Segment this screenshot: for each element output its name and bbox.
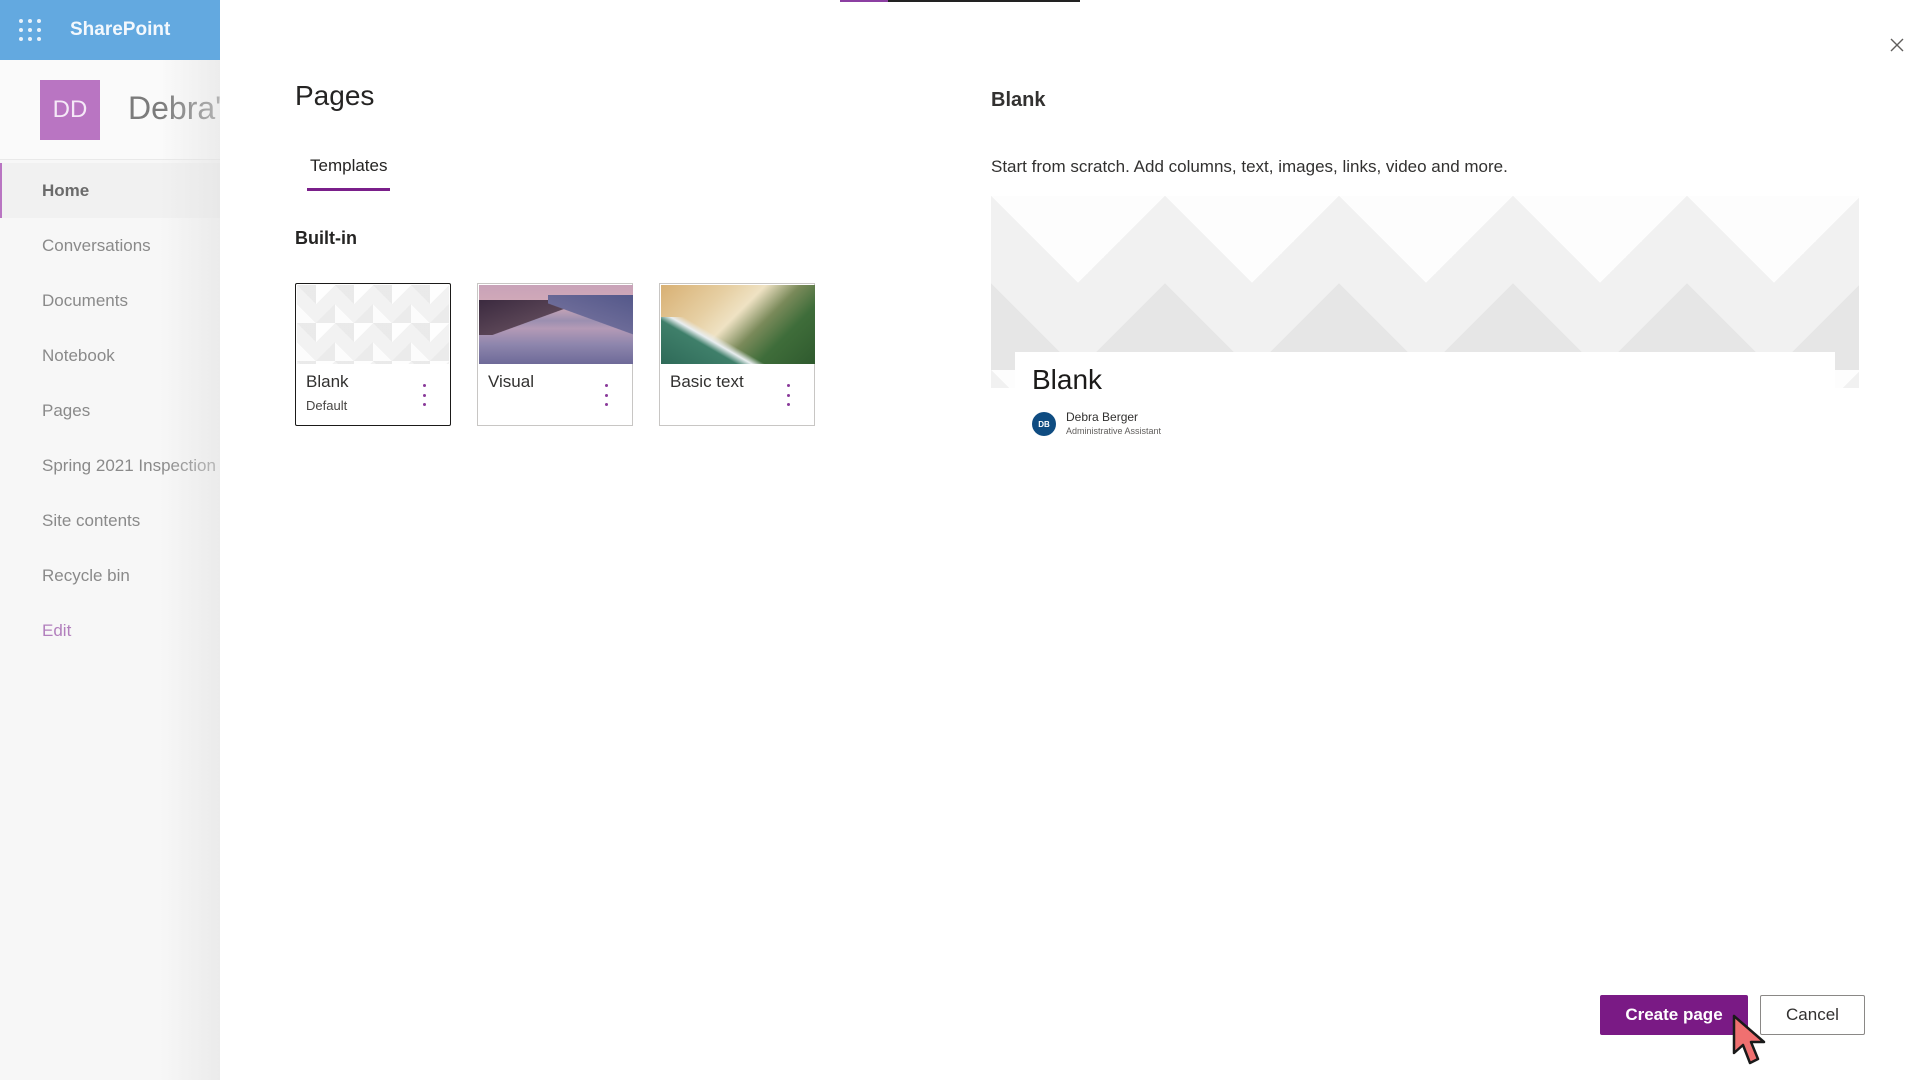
site-name[interactable]: Debra's: [128, 90, 220, 127]
site-logo[interactable]: DD: [40, 80, 100, 140]
nav-item-recycle-bin[interactable]: Recycle bin: [0, 548, 220, 603]
template-list: Blank Default Visual Basic text: [295, 283, 815, 426]
template-name: Blank: [306, 372, 349, 391]
panel-tabs: Templates: [307, 152, 391, 191]
author-avatar: DB: [1032, 412, 1056, 436]
author-name: Debra Berger: [1066, 410, 1139, 424]
nav-item-notebook[interactable]: Notebook: [0, 328, 220, 383]
panel-title: Pages: [295, 80, 375, 111]
create-page-button[interactable]: Create page: [1600, 995, 1748, 1035]
template-name: Basic text: [670, 372, 744, 391]
close-button[interactable]: [1882, 30, 1912, 60]
template-thumbnail-blank: [297, 285, 449, 364]
app-launcher-icon[interactable]: [19, 19, 41, 41]
template-card-blank[interactable]: Blank Default: [295, 283, 451, 426]
more-vertical-icon[interactable]: [602, 384, 610, 406]
more-vertical-icon[interactable]: [420, 384, 428, 406]
preview-title-area: Blank DB Debra Berger Administrative Ass…: [1015, 352, 1835, 452]
nav-item-spring-2021-inspection[interactable]: Spring 2021 Inspection: [0, 438, 220, 493]
suite-bar: SharePoint: [0, 0, 220, 60]
close-icon: [1890, 38, 1904, 52]
preview-description: Start from scratch. Add columns, text, i…: [991, 157, 1508, 176]
screen: SharePoint DD Debra's Home Conversations…: [0, 0, 1920, 1080]
template-thumbnail-basic-text: [661, 285, 815, 364]
progress-fill: [840, 0, 888, 2]
more-vertical-icon[interactable]: [784, 384, 792, 406]
author-role: Administrative Assistant: [1066, 426, 1162, 436]
template-default-label: Default: [306, 398, 348, 413]
nav-item-conversations[interactable]: Conversations: [0, 218, 220, 273]
preview-author: DB Debra Berger Administrative Assistant: [1032, 410, 1161, 438]
loading-progress-bar: [840, 0, 1080, 2]
tab-templates[interactable]: Templates: [307, 152, 391, 191]
suite-app-name[interactable]: SharePoint: [70, 19, 170, 41]
site-navigation: Home Conversations Documents Notebook Pa…: [0, 163, 220, 658]
template-card-visual[interactable]: Visual: [477, 283, 633, 426]
nav-edit-link[interactable]: Edit: [0, 603, 220, 658]
site-header: DD Debra's: [0, 60, 220, 160]
template-card-basic-text[interactable]: Basic text: [659, 283, 815, 426]
nav-item-home[interactable]: Home: [0, 163, 220, 218]
nav-item-documents[interactable]: Documents: [0, 273, 220, 328]
template-thumbnail-visual: [479, 285, 633, 364]
template-name: Visual: [488, 372, 534, 391]
nav-item-site-contents[interactable]: Site contents: [0, 493, 220, 548]
preview-page-title: Blank: [1032, 364, 1103, 395]
nav-item-pages[interactable]: Pages: [0, 383, 220, 438]
page-template-panel: Pages Templates Built-in Blank Default V…: [220, 0, 1920, 1080]
sharepoint-site-background: SharePoint DD Debra's Home Conversations…: [0, 0, 220, 1080]
section-title-built-in: Built-in: [295, 228, 357, 248]
preview-title: Blank: [991, 89, 1046, 111]
cancel-button[interactable]: Cancel: [1760, 995, 1865, 1035]
